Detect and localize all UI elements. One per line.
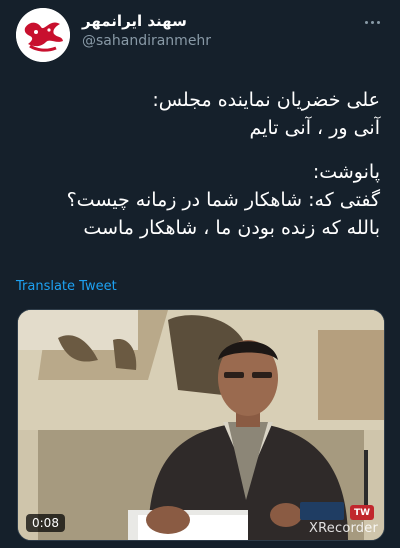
tweet-line: علی خضریان نماینده مجلس: — [152, 89, 380, 111]
dot — [376, 20, 380, 24]
tweet-line: بالله که زنده بودن ما ، شاهکار ماست — [83, 217, 380, 239]
channel-logo — [300, 502, 344, 520]
more-dots-icon[interactable] — [360, 10, 384, 34]
tweet-line: گفتی که: شاهکار شما در زمانه چیست؟ — [66, 189, 380, 211]
dot — [364, 20, 368, 24]
translate-tweet-link[interactable]: Translate Tweet — [16, 279, 117, 294]
tweet-line: آنی ور ، آنی تایم — [249, 117, 380, 139]
user-handle[interactable]: @sahandiranmehr — [82, 33, 211, 49]
avatar[interactable] — [16, 8, 70, 62]
calligraphy-logo-icon — [16, 8, 70, 62]
video-duration: 0:08 — [26, 514, 65, 532]
tweet-line: پانوشت: — [312, 161, 380, 183]
tweet-text: علی خضریان نماینده مجلس: آنی ور ، آنی تا… — [16, 86, 380, 242]
tweet-header: سهند ایرانمهر @sahandiranmehr — [0, 0, 400, 68]
display-name[interactable]: سهند ایرانمهر — [82, 12, 187, 30]
video-player[interactable]: TW 0:08 XRecorder — [17, 309, 385, 541]
channel-badge: TW — [350, 505, 374, 520]
recorder-watermark: XRecorder — [309, 521, 378, 536]
dot — [370, 20, 374, 24]
